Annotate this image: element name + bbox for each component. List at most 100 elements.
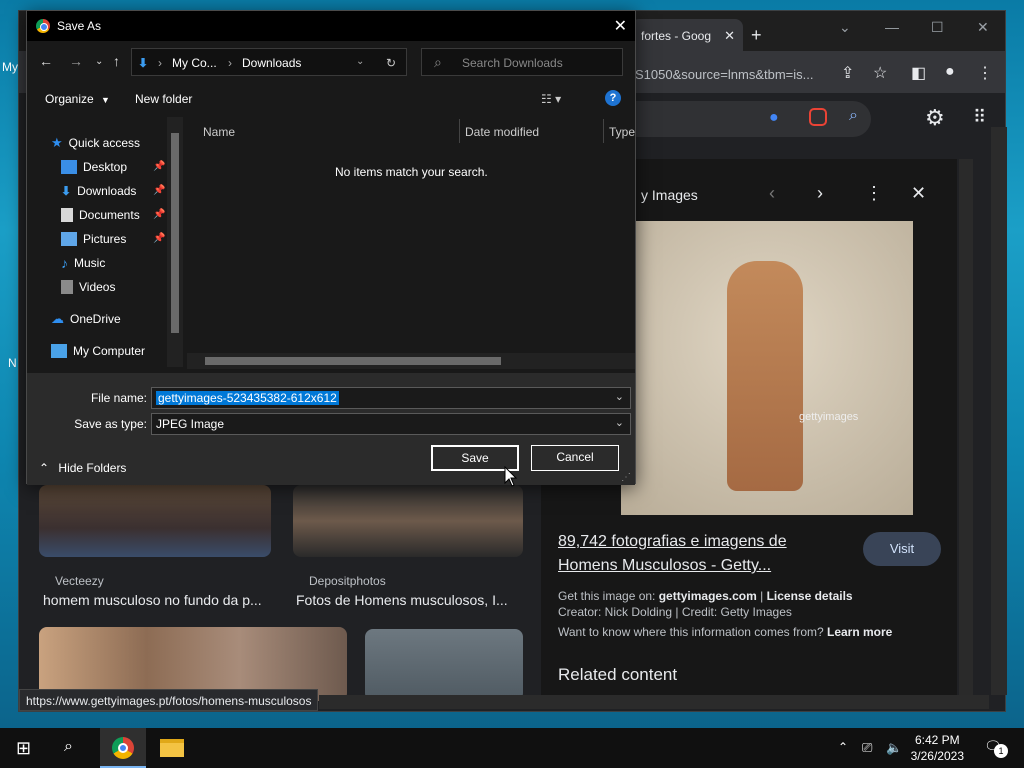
- search-field[interactable]: ⌕ Search Downloads: [421, 48, 623, 76]
- search-icon[interactable]: ⌕: [64, 738, 73, 756]
- horizontal-scrollbar[interactable]: [319, 695, 989, 709]
- back-arrow-icon[interactable]: ←: [39, 53, 53, 69]
- save-form: File name: gettyimages-523435382-612x612…: [27, 373, 635, 485]
- nav-label: Music: [74, 256, 106, 270]
- breadcrumb-dropdown-icon[interactable]: ⌄: [356, 56, 364, 67]
- network-icon[interactable]: ⎚: [862, 740, 872, 756]
- bookmark-star-icon[interactable]: ☆: [873, 63, 887, 83]
- apps-grid-icon[interactable]: ⠿: [973, 107, 986, 128]
- view-options-icon[interactable]: ☷ ▾: [541, 92, 561, 106]
- result-title[interactable]: homem musculoso no fundo da p...: [43, 592, 262, 608]
- column-divider[interactable]: [603, 119, 604, 143]
- help-icon[interactable]: ?: [605, 90, 621, 106]
- column-header-type[interactable]: Type: [609, 125, 635, 139]
- profile-icon[interactable]: ●: [945, 63, 955, 81]
- desktop-icon-label[interactable]: My: [2, 60, 18, 74]
- search-box[interactable]: ● ⌕: [619, 101, 871, 137]
- info-text: Want to know where this information come…: [558, 625, 827, 639]
- cancel-button[interactable]: Cancel: [531, 445, 619, 471]
- breadcrumb-item[interactable]: My Co...: [172, 56, 217, 70]
- file-list-scrollbar[interactable]: [187, 353, 635, 369]
- result-thumbnail[interactable]: [39, 485, 271, 557]
- close-panel-icon[interactable]: ✕: [911, 183, 926, 204]
- nav-label: Downloads: [77, 184, 137, 198]
- forward-arrow-icon[interactable]: →: [69, 53, 83, 69]
- new-tab-plus-icon[interactable]: +: [751, 25, 762, 46]
- nav-item-videos[interactable]: Videos: [61, 277, 115, 297]
- maximize-icon[interactable]: ☐: [931, 19, 944, 36]
- volume-icon[interactable]: 🔈: [886, 740, 902, 756]
- page-scrollbar[interactable]: [991, 127, 1007, 695]
- get-site[interactable]: gettyimages.com: [659, 589, 757, 603]
- nav-item-quick-access[interactable]: ★ Quick access: [51, 133, 140, 153]
- next-chevron-icon[interactable]: ›: [817, 183, 823, 204]
- file-name-label: File name:: [90, 391, 147, 405]
- result-title[interactable]: Fotos de Homens musculosos, I...: [296, 592, 508, 608]
- nav-scrollbar[interactable]: [167, 117, 183, 367]
- get-image-line: Get this image on: gettyimages.com | Lic…: [558, 589, 853, 603]
- result-thumbnail[interactable]: [365, 629, 523, 701]
- settings-gear-icon[interactable]: ⚙: [925, 105, 945, 131]
- nav-item-desktop[interactable]: Desktop: [61, 157, 127, 177]
- mic-icon[interactable]: ●: [769, 109, 779, 127]
- nav-label: My Computer: [73, 344, 146, 358]
- window-close-icon[interactable]: ✕: [977, 19, 989, 36]
- visit-button[interactable]: Visit: [863, 532, 941, 566]
- learn-more-link[interactable]: Learn more: [827, 625, 892, 639]
- lens-icon[interactable]: [809, 108, 827, 126]
- nav-item-my-computer[interactable]: My Computer: [51, 341, 145, 361]
- menu-kebab-icon[interactable]: ⋮: [977, 63, 993, 83]
- file-explorer-icon[interactable]: [160, 739, 184, 757]
- column-header-name[interactable]: Name: [203, 125, 235, 139]
- share-icon[interactable]: ⇪: [841, 63, 854, 83]
- scroll-thumb[interactable]: [205, 357, 501, 365]
- preview-image[interactable]: gettyimages: [621, 221, 913, 515]
- resize-grip-icon[interactable]: ⋰: [621, 472, 631, 483]
- column-divider[interactable]: [459, 119, 460, 143]
- address-breadcrumb[interactable]: ⬇ › My Co... › Downloads ⌄ ↻: [131, 48, 407, 76]
- panel-title-line1[interactable]: 89,742 fotografias e imagens de: [558, 533, 787, 551]
- save-type-select[interactable]: JPEG Image ⌄: [151, 413, 631, 435]
- chrome-taskbar-button[interactable]: [100, 728, 146, 768]
- clock-date: 3/26/2023: [910, 749, 964, 763]
- nav-item-onedrive[interactable]: ☁ OneDrive: [51, 309, 121, 329]
- music-note-icon: ♪: [61, 255, 68, 271]
- dropdown-chevron-icon[interactable]: ⌄: [615, 390, 624, 403]
- side-panel-icon[interactable]: ◧: [911, 63, 926, 83]
- tab-search-chevron-icon[interactable]: ⌄: [839, 19, 851, 36]
- clock[interactable]: 6:42 PM 3/26/2023: [911, 732, 964, 764]
- column-header-date[interactable]: Date modified: [465, 125, 539, 139]
- nav-item-downloads[interactable]: ⬇ Downloads: [61, 181, 136, 201]
- browser-tab[interactable]: fortes - Goog ✕: [631, 19, 743, 51]
- desktop-icon-label[interactable]: N: [8, 356, 17, 370]
- new-folder-button[interactable]: New folder: [135, 92, 192, 106]
- up-arrow-icon[interactable]: ↑: [113, 53, 120, 69]
- file-name-field[interactable]: gettyimages-523435382-612x612 ⌄: [151, 387, 631, 409]
- hide-folders-button[interactable]: ⌃ Hide Folders: [39, 461, 126, 475]
- organize-button[interactable]: Organize ▼: [45, 92, 110, 106]
- nav-item-music[interactable]: ♪ Music: [61, 253, 105, 273]
- prev-chevron-icon[interactable]: ‹: [769, 183, 775, 204]
- refresh-icon[interactable]: ↻: [386, 56, 396, 70]
- dialog-close-icon[interactable]: ✕: [614, 16, 627, 36]
- recent-chevron-icon[interactable]: ⌄: [95, 56, 103, 67]
- cloud-icon: ☁: [51, 311, 64, 326]
- scroll-thumb[interactable]: [171, 133, 179, 333]
- license-link[interactable]: License details: [767, 589, 853, 603]
- result-thumbnail[interactable]: [293, 485, 523, 557]
- minimize-icon[interactable]: —: [885, 19, 899, 35]
- organize-chevron-icon: ▼: [101, 95, 110, 105]
- more-kebab-icon[interactable]: ⋮: [865, 183, 883, 204]
- show-hidden-icons-chevron-icon[interactable]: ⌃: [838, 740, 848, 754]
- panel-title-line2[interactable]: Homens Musculosos - Getty...: [558, 557, 771, 575]
- tab-close-icon[interactable]: ✕: [724, 28, 735, 44]
- search-icon[interactable]: ⌕: [849, 107, 858, 125]
- panel-scrollbar[interactable]: [959, 159, 973, 701]
- nav-item-documents[interactable]: Documents: [61, 205, 140, 225]
- nav-item-pictures[interactable]: Pictures: [61, 229, 126, 249]
- dropdown-chevron-icon[interactable]: ⌄: [615, 416, 624, 429]
- breadcrumb-item[interactable]: Downloads: [242, 56, 301, 70]
- nav-label: OneDrive: [70, 312, 121, 326]
- windows-start-icon[interactable]: ⊞: [16, 738, 31, 759]
- url-text[interactable]: S1050&source=lnms&tbm=is...: [635, 67, 813, 82]
